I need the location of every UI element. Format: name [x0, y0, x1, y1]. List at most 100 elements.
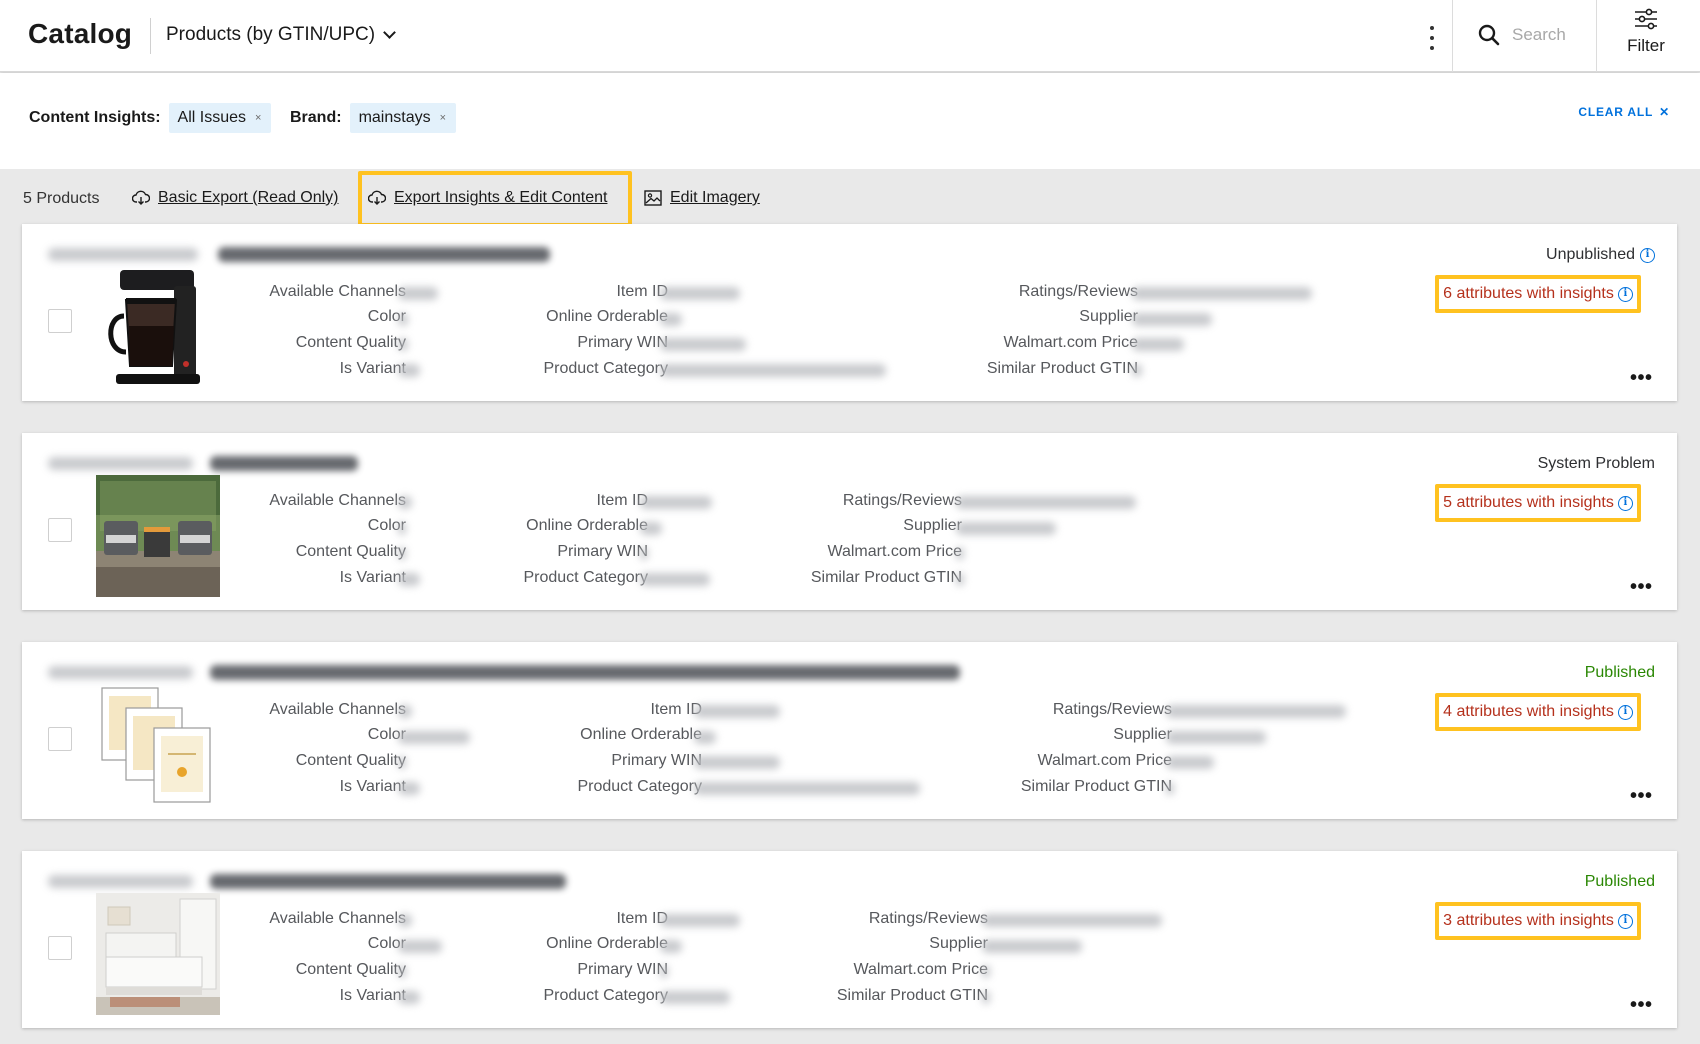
redacted-product-title[interactable]	[210, 665, 960, 680]
field-label: Online Orderable	[546, 308, 668, 326]
edit-imagery-button[interactable]: Edit Imagery	[644, 189, 760, 207]
content-insights-chip[interactable]: All Issues ×	[168, 103, 272, 133]
insights-link[interactable]: 3 attributes with insights i	[1435, 902, 1641, 940]
dataset-selector[interactable]: Products (by GTIN/UPC)	[166, 24, 396, 46]
product-card: Available Channels Color Content Quality…	[22, 224, 1677, 401]
field-label: Ratings/Reviews	[868, 909, 988, 927]
status-label: Published	[1584, 873, 1655, 890]
brand-chip[interactable]: mainstays ×	[349, 103, 457, 133]
export-insights-button[interactable]: Export Insights & Edit Content	[368, 189, 607, 207]
field-label: Similar Product GTIN	[1020, 777, 1172, 795]
chip-value: mainstays	[358, 109, 431, 126]
more-vertical-icon[interactable]	[1422, 26, 1442, 50]
insights-link[interactable]: 4 attributes with insights i	[1435, 693, 1641, 731]
redacted-value	[1166, 731, 1266, 744]
info-icon[interactable]: i	[1617, 286, 1633, 302]
remove-chip-icon[interactable]: ×	[440, 112, 446, 124]
redacted-value	[660, 940, 682, 953]
redacted-value	[398, 965, 406, 978]
results-toolbar: 5 Products Basic Export (Read Only) Expo…	[0, 170, 1700, 226]
field-label: Similar Product GTIN	[986, 359, 1138, 377]
redacted-value	[1132, 313, 1212, 326]
redacted-value	[694, 782, 920, 795]
redacted-value	[398, 705, 412, 718]
more-options-icon[interactable]: •••	[1630, 786, 1653, 806]
more-options-icon[interactable]: •••	[1630, 577, 1653, 597]
redacted-value	[694, 705, 780, 718]
active-filters-bar: Content Insights: All Issues × Brand: ma…	[0, 73, 1700, 169]
clear-all-label: CLEAR ALL	[1578, 105, 1654, 119]
field-label: Available Channels	[269, 491, 406, 509]
redacted-product-title[interactable]	[218, 247, 550, 262]
field-label: Ratings/Reviews	[1052, 700, 1172, 718]
field-label: Primary WIN	[577, 960, 668, 978]
top-header: Catalog Products (by GTIN/UPC) Filter	[0, 0, 1700, 72]
redacted-value	[398, 496, 412, 509]
publish-status: Unpublished i	[1546, 246, 1655, 264]
field-label: Available Channels	[269, 700, 406, 718]
product-checkbox[interactable]	[48, 727, 72, 751]
field-label: Similar Product GTIN	[810, 568, 962, 586]
field-label: Product Category	[543, 359, 668, 377]
redacted-value	[640, 496, 712, 509]
field-labels-col-3: Ratings/Reviews Supplier Walmart.com Pri…	[752, 906, 988, 1008]
info-icon[interactable]: i	[1617, 495, 1633, 511]
insights-link[interactable]: 5 attributes with insights i	[1435, 484, 1641, 522]
product-card: Available Channels Color Content Quality…	[22, 433, 1677, 610]
field-label: Walmart.com Price	[827, 542, 962, 560]
info-icon[interactable]: i	[1640, 247, 1655, 263]
basic-export-button[interactable]: Basic Export (Read Only)	[132, 189, 339, 207]
clear-all-button[interactable]: CLEAR ALL ✕	[1578, 105, 1670, 119]
more-options-icon[interactable]: •••	[1630, 995, 1653, 1015]
redacted-product-title[interactable]	[210, 874, 566, 889]
chevron-down-icon	[383, 26, 396, 39]
product-checkbox[interactable]	[48, 518, 72, 542]
header-separator	[1452, 0, 1453, 72]
info-icon[interactable]: i	[1617, 913, 1633, 929]
insights-label: 6 attributes with insights	[1443, 285, 1614, 302]
product-card: Available Channels Color Content Quality…	[22, 851, 1677, 1028]
redacted-value	[982, 965, 990, 978]
redacted-value	[1166, 705, 1346, 718]
redacted-value	[398, 522, 406, 535]
insights-label: 5 attributes with insights	[1443, 494, 1614, 511]
product-checkbox[interactable]	[48, 936, 72, 960]
redacted-value	[1166, 756, 1214, 769]
sliders-icon	[1635, 8, 1657, 30]
field-label: Similar Product GTIN	[836, 986, 988, 1004]
redacted-value	[660, 364, 886, 377]
field-labels-col-1: Available Channels Color Content Quality…	[162, 488, 406, 590]
field-label: Online Orderable	[546, 935, 668, 953]
field-labels-col-2: Item ID Online Orderable Primary WIN Pro…	[476, 697, 702, 799]
redacted-value	[398, 991, 420, 1004]
more-options-icon[interactable]: •••	[1630, 368, 1653, 388]
insights-link[interactable]: 6 attributes with insights i	[1435, 275, 1641, 313]
field-labels-col-2: Item ID Online Orderable Primary WIN Pro…	[442, 906, 668, 1008]
product-checkbox[interactable]	[48, 309, 72, 333]
redacted-value	[1132, 338, 1184, 351]
redacted-product-title[interactable]	[210, 456, 358, 471]
basic-export-label: Basic Export (Read Only)	[158, 189, 339, 206]
remove-chip-icon[interactable]: ×	[255, 112, 261, 124]
field-label: Ratings/Reviews	[1018, 282, 1138, 300]
field-label: Walmart.com Price	[853, 960, 988, 978]
field-label: Walmart.com Price	[1003, 333, 1138, 351]
field-label: Product Category	[577, 777, 702, 795]
redacted-value	[398, 547, 406, 560]
info-icon[interactable]: i	[1617, 704, 1633, 720]
filter-button[interactable]: Filter	[1596, 8, 1696, 64]
redacted-value	[694, 756, 780, 769]
redacted-value	[398, 287, 438, 300]
edit-imagery-label: Edit Imagery	[670, 189, 760, 206]
field-label: Product Category	[543, 986, 668, 1004]
search-icon	[1478, 24, 1500, 46]
redacted-value	[398, 731, 470, 744]
search-box[interactable]	[1478, 24, 1612, 46]
redacted-value	[660, 965, 668, 978]
insights-label: 4 attributes with insights	[1443, 703, 1614, 720]
field-label: Supplier	[1113, 726, 1172, 744]
redacted-value	[982, 940, 1082, 953]
image-icon	[644, 190, 662, 206]
filter-label: Filter	[1627, 36, 1665, 55]
field-label: Content Quality	[295, 960, 406, 978]
